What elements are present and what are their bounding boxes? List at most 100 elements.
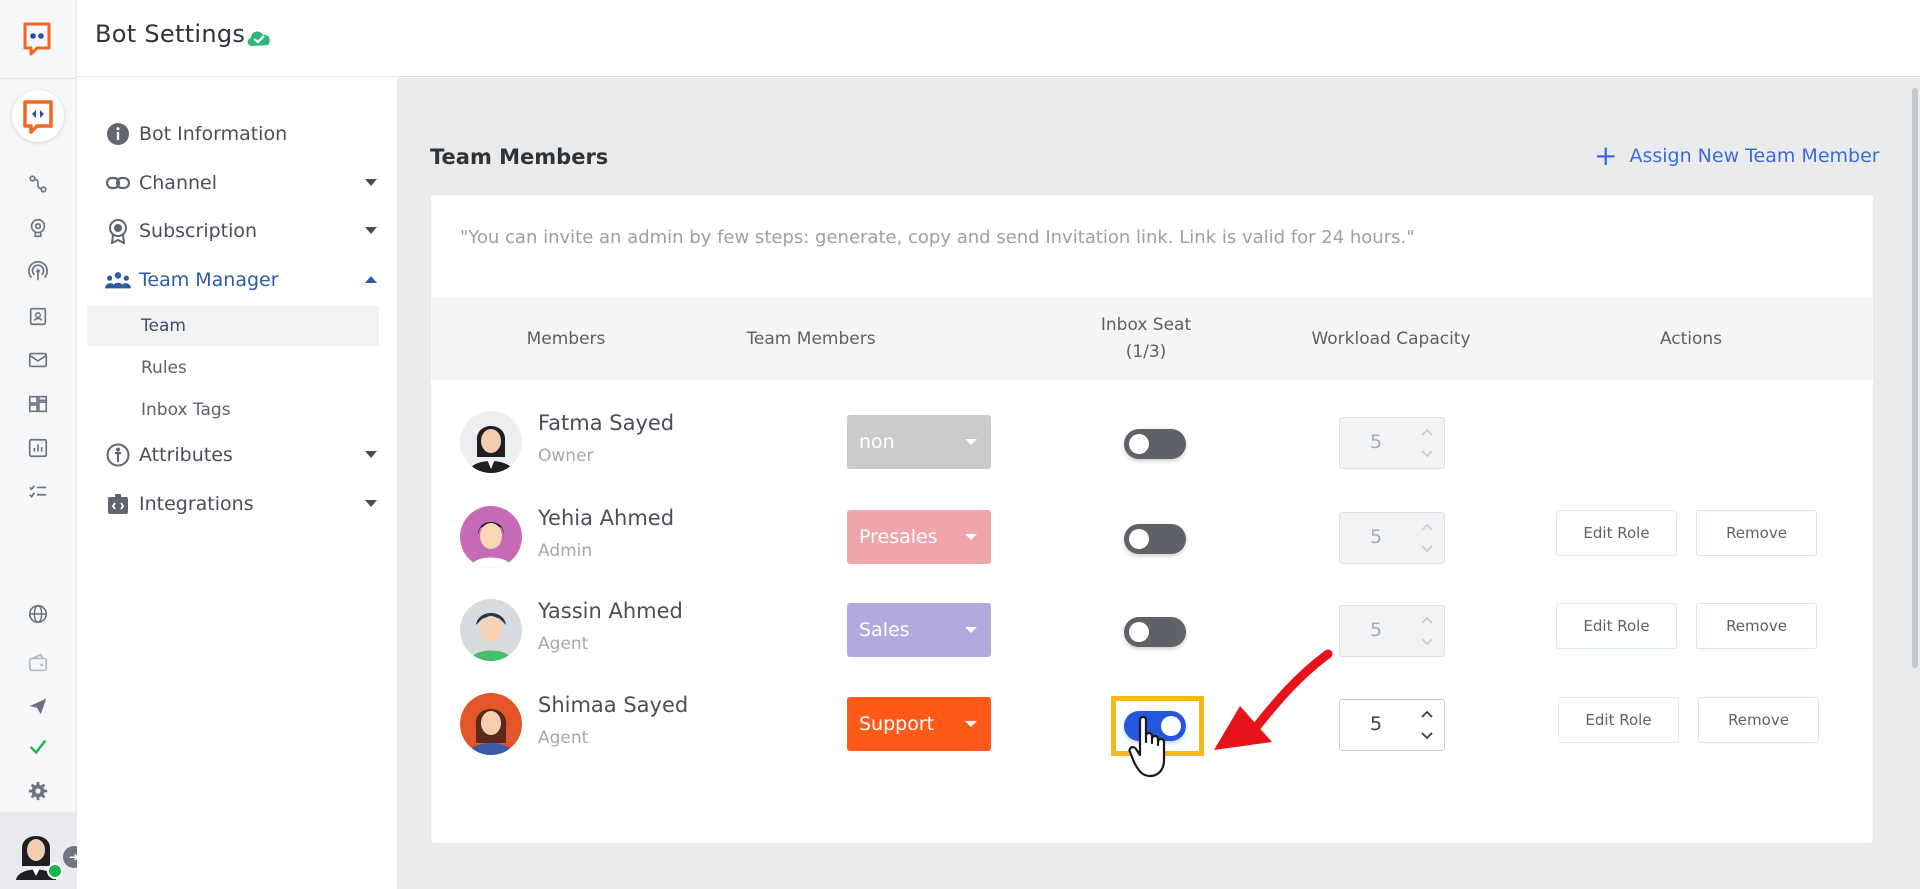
- assign-label: Assign New Team Member: [1629, 145, 1880, 167]
- column-team-members: Team Members: [746, 328, 876, 349]
- award-icon: [105, 218, 131, 244]
- chevron-up-icon[interactable]: [1420, 614, 1434, 626]
- member-name: Yehia Ahmed: [538, 506, 675, 530]
- team-select-value: non: [859, 431, 895, 453]
- menu-item-channel[interactable]: Channel: [105, 168, 377, 198]
- page-title: Bot Settings: [95, 20, 246, 48]
- bot-logo-icon: [23, 100, 53, 134]
- inbox-seat-toggle[interactable]: [1124, 429, 1186, 459]
- submenu-item-inbox-tags[interactable]: Inbox Tags: [87, 390, 379, 430]
- member-role: Admin: [538, 541, 593, 561]
- edit-role-button[interactable]: Edit Role: [1556, 603, 1677, 649]
- menu-item-integrations[interactable]: Integrations: [105, 489, 377, 519]
- member-avatar: [460, 599, 522, 661]
- online-status-indicator: [47, 863, 63, 879]
- chevron-down-icon: [365, 227, 377, 234]
- workload-capacity-stepper[interactable]: 5: [1339, 605, 1445, 657]
- member-avatar: [460, 693, 522, 755]
- app-logo-icon[interactable]: [17, 18, 57, 58]
- rail-divider: [0, 78, 77, 79]
- chevron-up-icon[interactable]: [1420, 426, 1434, 438]
- broadcast-icon[interactable]: [26, 260, 50, 284]
- toggle-knob: [1129, 434, 1149, 454]
- chevron-up-icon: [365, 276, 377, 283]
- checklist-icon[interactable]: [26, 480, 50, 504]
- mail-icon[interactable]: [26, 348, 50, 372]
- bot-avatar[interactable]: [12, 90, 64, 142]
- dropdown-caret-icon: [965, 627, 977, 633]
- section-title: Team Members: [430, 145, 609, 169]
- edit-role-button[interactable]: Edit Role: [1558, 697, 1679, 743]
- chevron-down-icon[interactable]: [1420, 448, 1434, 460]
- team-select[interactable]: non: [847, 415, 991, 469]
- chevron-up-icon[interactable]: [1420, 521, 1434, 533]
- remove-button[interactable]: Remove: [1696, 603, 1817, 649]
- inbox-seat-toggle[interactable]: [1124, 524, 1186, 554]
- dropdown-caret-icon: [965, 439, 977, 445]
- globe-icon[interactable]: [26, 602, 50, 626]
- check-icon[interactable]: [26, 734, 50, 758]
- table-row: Fatma Sayed Owner non 5: [431, 395, 1873, 485]
- chevron-up-icon[interactable]: [1420, 708, 1434, 720]
- wallet-icon[interactable]: [26, 651, 50, 675]
- annotation-arrow-icon: [1214, 649, 1333, 750]
- menu-item-bot-information[interactable]: Bot Information: [105, 119, 287, 149]
- capacity-value: 5: [1370, 713, 1383, 735]
- submenu-item-team[interactable]: Team: [87, 306, 379, 346]
- submenu-item-rules[interactable]: Rules: [87, 348, 379, 388]
- column-actions: Actions: [1659, 328, 1723, 349]
- team-select-value: Support: [859, 713, 935, 735]
- remove-button[interactable]: Remove: [1696, 510, 1817, 556]
- assign-new-team-member-button[interactable]: + Assign New Team Member: [1594, 139, 1880, 172]
- member-role: Agent: [538, 728, 589, 748]
- chevron-down-icon[interactable]: [1420, 636, 1434, 648]
- toggle-knob: [1129, 529, 1149, 549]
- workload-capacity-stepper[interactable]: 5: [1339, 699, 1445, 751]
- member-name: Yassin Ahmed: [538, 599, 683, 623]
- member-name: Fatma Sayed: [538, 411, 675, 435]
- team-select[interactable]: Sales: [847, 603, 991, 657]
- capacity-value: 5: [1370, 431, 1383, 453]
- edit-role-button[interactable]: Edit Role: [1556, 510, 1677, 556]
- menu-item-team-manager[interactable]: Team Manager: [105, 265, 377, 295]
- hand-pointer-icon: [1128, 716, 1166, 778]
- menu-item-label: Team Manager: [139, 269, 279, 291]
- dropdown-caret-icon: [965, 534, 977, 540]
- team-select-value: Presales: [859, 526, 938, 548]
- menu-item-subscription[interactable]: Subscription: [105, 216, 377, 246]
- plus-icon: +: [1594, 139, 1618, 172]
- member-avatar: [460, 506, 522, 568]
- capacity-value: 5: [1370, 526, 1383, 548]
- analytics-icon[interactable]: [26, 436, 50, 460]
- menu-item-label: Bot Information: [139, 123, 288, 145]
- menu-item-label: Attributes: [139, 444, 233, 466]
- member-name: Shimaa Sayed: [538, 693, 689, 717]
- chevron-down-icon: [365, 500, 377, 507]
- settings-gear-icon[interactable]: [26, 779, 50, 803]
- menu-item-attributes[interactable]: Attributes: [105, 440, 377, 470]
- inbox-seat-toggle[interactable]: [1124, 617, 1186, 647]
- contacts-icon[interactable]: [26, 304, 50, 328]
- table-row: Yehia Ahmed Admin Presales 5 Edit Role R…: [431, 490, 1873, 580]
- workload-capacity-stepper[interactable]: 5: [1339, 512, 1445, 564]
- info-icon: [105, 121, 131, 147]
- icon-rail: ➜: [0, 0, 85, 889]
- brain-icon[interactable]: [26, 216, 50, 240]
- link-icon: [105, 170, 131, 196]
- chevron-down-icon[interactable]: [1420, 543, 1434, 555]
- team-select[interactable]: Presales: [847, 510, 991, 564]
- chevron-down-icon[interactable]: [1420, 730, 1434, 742]
- member-avatar: [460, 411, 522, 473]
- settings-menu: Bot Information Channel Subscription Tea…: [77, 78, 397, 889]
- workload-capacity-stepper[interactable]: 5: [1339, 417, 1445, 469]
- remove-button[interactable]: Remove: [1698, 697, 1819, 743]
- team-icon: [105, 267, 131, 293]
- flow-icon[interactable]: [26, 172, 50, 196]
- send-icon[interactable]: [26, 694, 50, 718]
- dashboard-icon[interactable]: [26, 392, 50, 416]
- accessibility-icon: [105, 442, 131, 468]
- team-select[interactable]: Support: [847, 697, 991, 751]
- page-header: Bot Settings: [77, 0, 1920, 77]
- main-scrollbar[interactable]: [1912, 88, 1918, 668]
- chevron-down-icon: [365, 179, 377, 186]
